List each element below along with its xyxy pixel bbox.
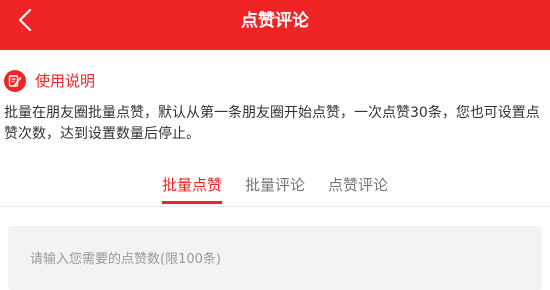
usage-header: 使用说明: [4, 68, 95, 94]
page-title: 点赞评论: [241, 11, 309, 31]
usage-description: 批量在朋友圈批量点赞，默认从第一条朋友圈开始点赞，一次点赞30条，您也可设置点赞…: [4, 105, 540, 142]
top-bar: 点赞评论: [0, 0, 550, 50]
usage-title: 使用说明: [35, 72, 96, 90]
edit-note-icon: [4, 70, 26, 92]
active-tab-indicator: [162, 201, 222, 204]
like-count-input[interactable]: [30, 249, 530, 269]
tab-batch-comment[interactable]: 批量评论: [245, 173, 305, 206]
like-comment-page: 点赞评论 使用说明 批量在朋友圈批量点赞，默认从第一条朋友圈开始点赞，一次点赞3…: [0, 0, 550, 290]
like-count-field: [8, 226, 542, 290]
tab-like-comment[interactable]: 点赞评论: [328, 173, 388, 206]
tab-bar: 批量点赞 批量评论 点赞评论: [0, 170, 550, 207]
